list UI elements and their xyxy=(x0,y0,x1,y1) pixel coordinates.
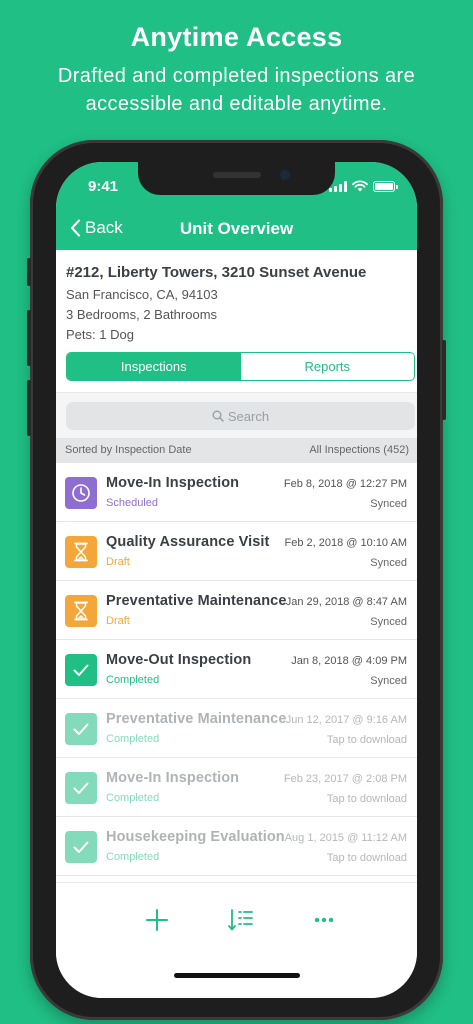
home-indicator xyxy=(174,973,300,978)
inspection-status: Completed xyxy=(106,851,160,863)
inspection-list: Move-In Inspection Scheduled Feb 8, 2018 @… xyxy=(56,463,417,876)
sync-status: Tap to download xyxy=(326,734,407,746)
inspection-row[interactable]: Move-In Inspection Scheduled Feb 8, 2018 @… xyxy=(56,463,417,522)
sort-label: Sorted by Inspection Date xyxy=(65,444,192,456)
sync-status: Synced xyxy=(370,557,407,569)
inspection-status: Completed xyxy=(106,792,160,804)
hourglass-status-icon xyxy=(65,536,97,568)
speaker xyxy=(213,172,261,178)
checkmark-status-icon xyxy=(65,654,97,686)
wifi-icon xyxy=(352,180,368,192)
hourglass-icon xyxy=(73,601,89,621)
camera xyxy=(280,170,290,180)
status-icons xyxy=(329,180,398,192)
inspection-title: Move-In Inspection xyxy=(106,770,240,786)
status-time: 9:41 xyxy=(88,178,119,195)
sort-bar: Sorted by Inspection Date All Inspection… xyxy=(56,438,417,463)
inspection-date: Feb 23, 2017 @ 2:08 PM xyxy=(283,773,407,785)
tab-inspections[interactable]: Inspections xyxy=(67,353,241,380)
search-bar: Search xyxy=(56,392,417,438)
inspection-title: Move-In Inspection xyxy=(106,475,240,491)
sync-status: Synced xyxy=(370,675,407,687)
inspection-row[interactable]: Preventative Maintenance Draft Jan 29, 201… xyxy=(56,581,417,640)
inspection-row[interactable]: Quality Assurance Visit Draft Feb 2, 2018 … xyxy=(56,522,417,581)
inspection-row[interactable]: Move-Out Inspection Completed Jan 8, 2018 … xyxy=(56,640,417,699)
inspection-status: Draft xyxy=(106,556,130,568)
hourglass-icon xyxy=(73,542,89,562)
battery-icon xyxy=(373,180,398,192)
search-placeholder: Search xyxy=(227,408,270,424)
checkmark-status-icon xyxy=(65,831,97,863)
checkmark-icon xyxy=(71,660,91,680)
inspection-title: Preventative Maintenance xyxy=(106,593,287,609)
unit-city: San Francisco, CA, 94103 xyxy=(66,287,218,302)
inspection-row[interactable]: Housekeeping Evaluation Completed Aug 1, 2… xyxy=(56,817,417,876)
volume-down-button xyxy=(27,380,31,436)
unit-pets: Pets: 1 Dog xyxy=(66,327,134,342)
inspection-date: Feb 2, 2018 @ 10:10 AM xyxy=(284,537,407,549)
notch xyxy=(138,162,335,195)
unit-info: #212, Liberty Towers, 3210 Sunset Avenue… xyxy=(66,264,411,345)
sync-status: Tap to download xyxy=(326,793,407,805)
app-screen: 9:41 Back Unit Overview #212, Liberty To… xyxy=(56,162,417,998)
search-icon xyxy=(212,410,224,422)
sync-status: Synced xyxy=(370,616,407,628)
mute-switch xyxy=(27,258,31,286)
inspection-date: Jun 12, 2017 @ 9:16 AM xyxy=(285,714,407,726)
power-button xyxy=(442,340,446,420)
inspection-date: Jan 8, 2018 @ 4:09 PM xyxy=(291,655,407,667)
inspection-status: Completed xyxy=(106,674,160,686)
tab-reports[interactable]: Reports xyxy=(240,353,414,380)
plus-icon xyxy=(146,909,168,931)
inspection-status: Draft xyxy=(106,615,130,627)
unit-rooms: 3 Bedrooms, 2 Bathrooms xyxy=(66,307,218,322)
clock-status-icon xyxy=(65,477,97,509)
sync-status: Tap to download xyxy=(326,852,407,864)
checkmark-icon xyxy=(71,719,91,739)
clock-icon xyxy=(71,483,91,503)
inspection-title: Housekeeping Evaluation xyxy=(106,829,285,845)
more-button[interactable] xyxy=(309,905,339,935)
bottom-toolbar xyxy=(56,882,417,998)
inspection-row[interactable]: Move-In Inspection Completed Feb 23, 2017 … xyxy=(56,758,417,817)
promo-subtitle: Drafted and completed inspections are ac… xyxy=(57,65,416,115)
promo-title: Anytime Access xyxy=(130,22,343,52)
inspection-count: All Inspections (452) xyxy=(309,444,409,456)
sort-list-icon xyxy=(228,909,253,931)
segmented-control: Inspections Reports xyxy=(66,352,415,381)
checkmark-status-icon xyxy=(65,772,97,804)
inspection-row[interactable]: Preventative Maintenance Completed Jun 12,… xyxy=(56,699,417,758)
inspection-date: Feb 8, 2018 @ 12:27 PM xyxy=(283,478,407,490)
checkmark-status-icon xyxy=(65,713,97,745)
checkmark-icon xyxy=(71,837,91,857)
page-title: Unit Overview xyxy=(179,219,294,238)
inspection-status: Completed xyxy=(106,733,160,745)
inspection-title: Preventative Maintenance xyxy=(106,711,287,727)
hourglass-status-icon xyxy=(65,595,97,627)
inspection-title: Move-Out Inspection xyxy=(106,652,252,668)
unit-address: #212, Liberty Towers, 3210 Sunset Avenue xyxy=(66,264,367,281)
inspection-title: Quality Assurance Visit xyxy=(106,534,270,550)
inspection-status: Scheduled xyxy=(106,497,158,509)
sync-status: Synced xyxy=(370,498,407,510)
add-button[interactable] xyxy=(142,905,172,935)
sort-button[interactable] xyxy=(226,905,256,935)
checkmark-icon xyxy=(71,778,91,798)
more-icon xyxy=(314,917,334,923)
phone-frame: 9:41 Back Unit Overview #212, Liberty To… xyxy=(27,140,446,1020)
volume-up-button xyxy=(27,310,31,366)
inspection-date: Jan 29, 2018 @ 8:47 AM xyxy=(285,596,407,608)
search-input[interactable]: Search xyxy=(66,402,415,430)
inspection-date: Aug 1, 2015 @ 11:12 AM xyxy=(284,832,407,844)
